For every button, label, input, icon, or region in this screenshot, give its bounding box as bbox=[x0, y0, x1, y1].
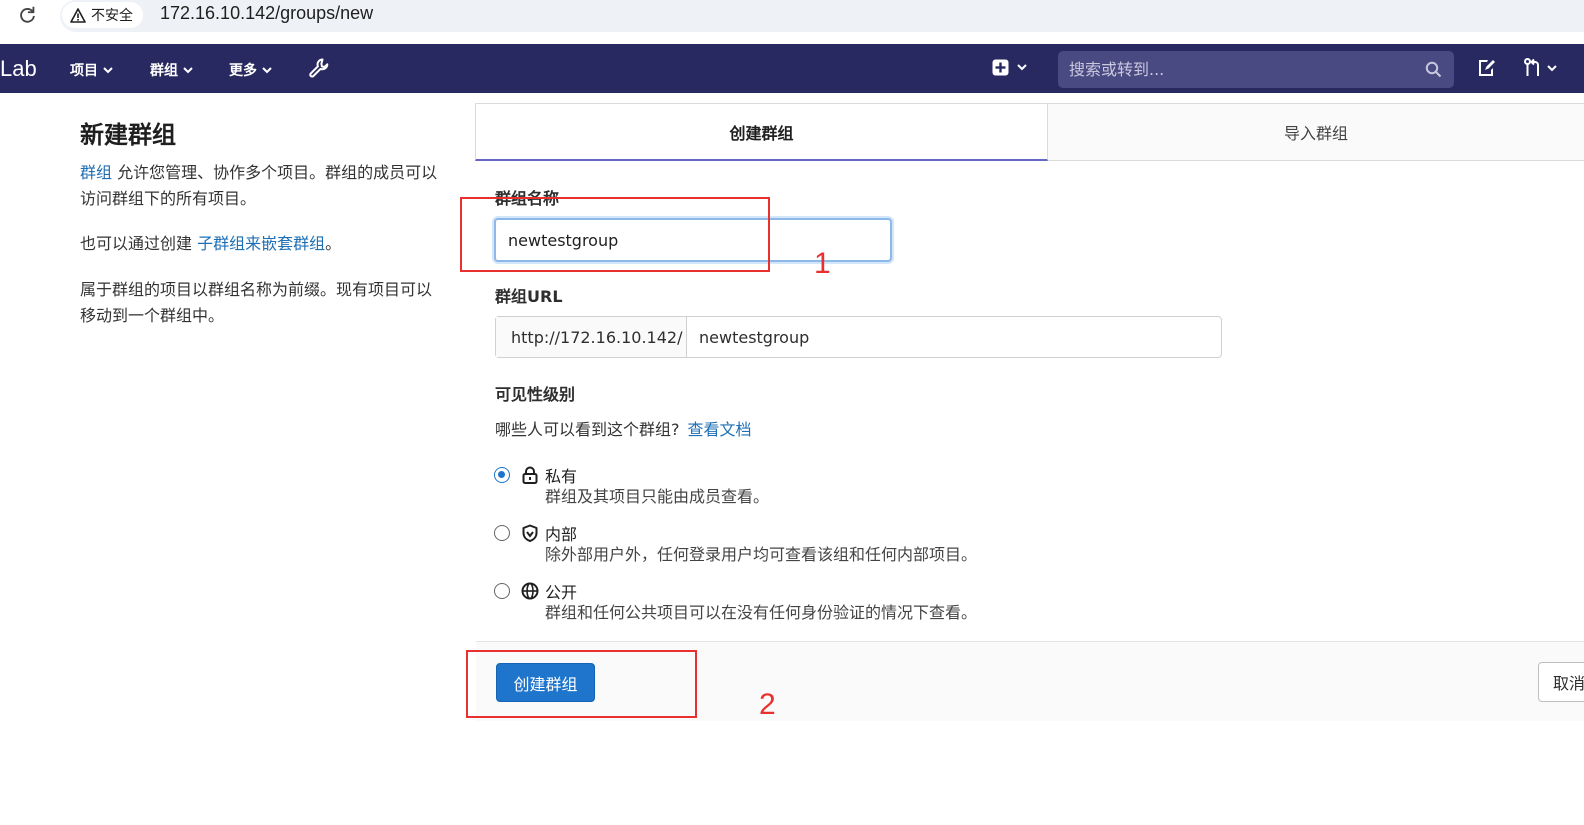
group-tabs: 创建群组 导入群组 bbox=[475, 103, 1584, 161]
groups-help-link[interactable]: 群组 bbox=[80, 163, 112, 182]
chevron-down-icon bbox=[1547, 64, 1557, 71]
reload-icon[interactable] bbox=[16, 4, 38, 26]
lock-icon bbox=[522, 466, 538, 484]
radio-private[interactable] bbox=[494, 467, 510, 483]
radio-public[interactable] bbox=[494, 583, 510, 599]
chevron-down-icon bbox=[262, 66, 272, 73]
nav-groups-dropdown[interactable]: 群组 bbox=[150, 60, 193, 80]
nav-more-label: 更多 bbox=[229, 63, 257, 79]
annotation-box-step1 bbox=[460, 197, 770, 272]
search-icon[interactable] bbox=[1425, 61, 1442, 78]
globe-icon bbox=[521, 582, 539, 600]
top-navbar: Lab 项目 群组 更多 bbox=[0, 44, 1584, 93]
subgroups-help-link[interactable]: 子群组来嵌套群组 bbox=[197, 234, 325, 253]
security-label: 不安全 bbox=[91, 8, 133, 24]
search-input[interactable] bbox=[1058, 51, 1418, 88]
todo-list-icon[interactable] bbox=[1476, 58, 1496, 78]
radio-internal[interactable] bbox=[494, 525, 510, 541]
annotation-box-step2 bbox=[466, 650, 697, 718]
visibility-public-desc: 群组和任何公共项目可以在没有任何身份验证的情况下查看。 bbox=[545, 603, 978, 622]
browser-address-bar: 不安全 172.16.10.142/groups/new bbox=[0, 0, 1584, 44]
visibility-help-text: 哪些人可以看到这个群组? bbox=[495, 420, 680, 439]
nav-more-dropdown[interactable]: 更多 bbox=[229, 60, 272, 80]
visibility-docs-link[interactable]: 查看文档 bbox=[688, 420, 752, 439]
group-url-field: http://172.16.10.142/ bbox=[495, 316, 1222, 358]
group-url-label: 群组URL bbox=[495, 287, 563, 306]
security-chip[interactable]: 不安全 bbox=[62, 2, 143, 28]
tab-import-group[interactable]: 导入群组 bbox=[1048, 103, 1584, 161]
subgroups-paragraph: 也可以通过创建 子群组来嵌套群组。 bbox=[80, 231, 440, 257]
prefix-paragraph: 属于群组的项目以群组名称为前缀。现有项目可以移动到一个群组中。 bbox=[80, 280, 433, 325]
visibility-label: 可见性级别 bbox=[495, 385, 576, 404]
visibility-internal-desc: 除外部用户外，任何登录用户均可查看该组和任何内部项目。 bbox=[545, 545, 978, 564]
group-url-prefix: http://172.16.10.142/ bbox=[496, 317, 687, 357]
tab-import-label: 导入群组 bbox=[1283, 124, 1348, 143]
annotation-number-1: 1 bbox=[814, 247, 831, 280]
merge-request-icon bbox=[1524, 58, 1539, 76]
group-path-input[interactable] bbox=[687, 317, 1221, 357]
visibility-help: 哪些人可以看到这个群组? 查看文档 bbox=[495, 416, 752, 440]
tab-create-group[interactable]: 创建群组 bbox=[475, 103, 1048, 161]
visibility-option-public[interactable]: 公开 群组和任何公共项目可以在没有任何身份验证的情况下查看。 bbox=[494, 582, 1094, 626]
subgroups-text: 也可以通过创建 bbox=[80, 234, 198, 253]
warning-icon bbox=[70, 7, 86, 23]
visibility-private-desc: 群组及其项目只能由成员查看。 bbox=[545, 487, 770, 506]
page-title: 新建群组 bbox=[80, 121, 176, 149]
nav-groups-label: 群组 bbox=[150, 63, 178, 79]
plus-square-icon bbox=[992, 59, 1009, 76]
global-search[interactable] bbox=[1058, 51, 1454, 88]
visibility-option-private[interactable]: 私有 群组及其项目只能由成员查看。 bbox=[494, 466, 1094, 510]
merge-requests-dropdown[interactable] bbox=[1524, 58, 1557, 78]
nav-projects-label: 项目 bbox=[70, 63, 98, 79]
tab-create-label: 创建群组 bbox=[729, 123, 794, 143]
subgroups-end: 。 bbox=[325, 234, 342, 253]
shield-icon bbox=[522, 524, 538, 542]
groups-intro-paragraph: 群组 允许您管理、协作多个项目。群组的成员可以访问群组下的所有项目。 bbox=[80, 160, 440, 212]
url-text[interactable]: 172.16.10.142/groups/new bbox=[160, 3, 373, 24]
new-item-dropdown[interactable] bbox=[992, 59, 1027, 76]
chevron-down-icon bbox=[183, 66, 193, 73]
chevron-down-icon bbox=[1017, 64, 1027, 71]
visibility-option-internal[interactable]: 内部 除外部用户外，任何登录用户均可查看该组和任何内部项目。 bbox=[494, 524, 1094, 568]
nav-projects-dropdown[interactable]: 项目 bbox=[70, 60, 113, 80]
groups-intro-text: 允许您管理、协作多个项目。群组的成员可以访问群组下的所有项目。 bbox=[80, 163, 438, 208]
chevron-down-icon bbox=[103, 66, 113, 73]
cancel-button[interactable]: 取消 bbox=[1538, 662, 1584, 702]
brand-logo[interactable]: Lab bbox=[0, 56, 37, 82]
admin-wrench-icon[interactable] bbox=[308, 57, 330, 79]
annotation-number-2: 2 bbox=[759, 688, 776, 721]
